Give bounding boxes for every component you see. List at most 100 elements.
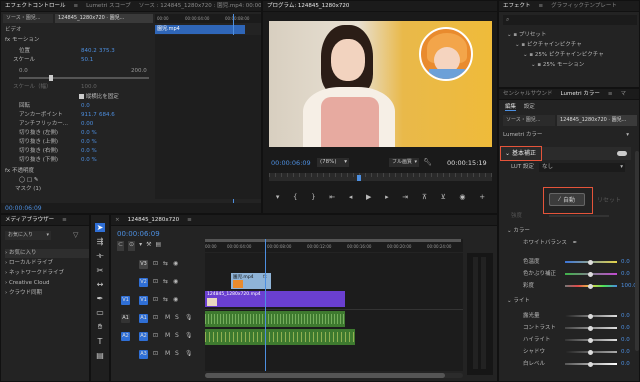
go-to-out-icon[interactable]: ⇥ [402,193,408,201]
timeline-scroll-thumb[interactable] [205,373,445,378]
captions-icon[interactable]: ▤ [155,241,161,251]
list-item[interactable]: › Creative Cloud [5,279,89,288]
subtab-edit[interactable]: 編集 [505,104,517,111]
scale-value[interactable]: 50.1 [81,56,93,65]
intensity-row[interactable]: 強度 [499,211,639,221]
program-scrub-bar[interactable] [269,173,492,181]
antiflicker-row[interactable]: アンチフリッカー... 0.00 [19,120,261,129]
saturation-knob[interactable] [588,283,593,289]
sync-icon[interactable]: ⇆ [163,278,168,285]
position-y[interactable]: 375.3 [99,47,115,56]
highlights-knob[interactable] [588,337,593,343]
eyedropper-icon[interactable]: ✒ [573,240,578,246]
step-back-icon[interactable]: ◂ [349,193,353,201]
whites-row[interactable]: 白レベル 0.0 [499,359,639,369]
contrast-knob[interactable] [588,325,593,331]
white-balance-row[interactable]: ホワイトバランス ✒ [523,239,639,248]
mark-out-icon[interactable]: } [311,193,315,201]
timeline-playhead[interactable] [265,239,266,371]
program-timecode-left[interactable]: 00:00:06:09 [271,159,311,167]
crop-top-value[interactable]: 0.0 % [81,138,97,147]
timeline-scrollbar[interactable] [205,373,463,378]
effects-item[interactable]: ⌄ ▪ 25% モーション [531,61,639,70]
track-select-tool-icon[interactable]: ⇶ [97,237,104,246]
solo-icon[interactable]: S [175,332,179,339]
lut-dropdown[interactable]: なし ▾ [539,163,625,172]
rectangle-tool-icon[interactable]: ▭ [96,308,104,317]
mask-row[interactable]: マスク (1) [15,185,261,194]
contrast-row[interactable]: コントラスト 0.0 [499,323,639,333]
scale-slider-knob[interactable] [49,75,53,81]
shadows-row[interactable]: シャドウ 0.0 [499,347,639,357]
track-target-v2[interactable]: V2 [139,278,148,287]
saturation-row[interactable]: 彩度 100.0 [499,281,639,291]
track-target-a3[interactable]: A3 [139,350,148,359]
position-row[interactable]: 位置 840.2 375.3 [19,47,261,56]
clip-a2[interactable] [205,329,355,345]
lumetri-source-button[interactable]: ソース・園児... [503,115,555,126]
eye-icon[interactable]: ◉ [173,278,178,285]
effects-item[interactable]: ⌄ ▪ ピクチャインピクチャ [515,41,639,50]
tint-value[interactable]: 0.0 [621,269,630,279]
crop-right-value[interactable]: 0.0 % [81,147,97,156]
menu-icon[interactable]: ≡ [58,215,71,226]
solo-icon[interactable]: S [175,350,179,357]
settings-wrench-icon[interactable]: ⚒ [146,241,151,251]
tab-essential-sound[interactable]: センシャルサウンド [499,89,557,100]
clip-a1[interactable] [205,311,345,327]
quality-dropdown[interactable]: フル画質 ▾ [389,158,419,167]
tab-markers[interactable]: マ [617,89,631,100]
ellipse-mask-icon[interactable]: ◯ [19,177,25,183]
sequence-selector[interactable]: 124845_1280x720 · 園児... [55,14,153,23]
scale-slider[interactable] [19,75,149,81]
uniform-scale-row[interactable]: 縦横比を固定 [79,93,261,102]
exposure-row[interactable]: 露光量 0.0 [499,311,639,321]
whites-value[interactable]: 0.0 [621,359,630,369]
exposure-knob[interactable] [588,313,593,319]
track-area[interactable]: 園児.mp4 fx 124845_1280x720.mp4 [205,239,463,371]
tab-effects[interactable]: エフェクト [499,1,535,12]
tab-sequence[interactable]: 124845_1280x720 [124,215,184,226]
effects-item[interactable]: ⌄ ▪ プリセット [507,31,639,40]
go-to-in-icon[interactable]: ⇤ [329,193,335,201]
track-header-a2[interactable]: A2 A2 ⊡ M S 🎙︎ [111,327,201,346]
crop-left-value[interactable]: 0.0 % [81,129,97,138]
shadows-value[interactable]: 0.0 [621,347,630,357]
lumetri-seq-button[interactable]: 124845_1280x720 · 園児... [557,115,637,126]
track-target-v3[interactable]: V3 [139,260,148,269]
mark-in-icon[interactable]: { [293,193,297,201]
toggle-switch[interactable] [617,151,627,156]
track-target-v1[interactable]: V1 [139,296,148,305]
close-icon[interactable]: × [111,215,124,226]
source-patch-a2[interactable]: A2 [121,332,130,341]
extract-icon[interactable]: ⊻ [441,193,446,201]
lock-icon[interactable]: ⊡ [153,332,158,339]
anchor-y[interactable]: 684.6 [99,111,115,120]
clip-v1[interactable]: 124845_1280x720.mp4 [205,291,345,307]
zoom-dropdown[interactable]: (78%) ▾ [317,158,349,167]
ripple-edit-tool-icon[interactable]: ⟛ [96,251,103,261]
reset-button[interactable]: リセット [591,193,627,206]
rotation-row[interactable]: 回転 0.0 [19,102,261,111]
temperature-row[interactable]: 色温度 0.0 [499,257,639,267]
temperature-knob[interactable] [588,259,593,265]
sync-icon[interactable]: ⇆ [163,296,168,303]
effects-item[interactable]: ⌄ ▪ 25% ピクチャインピクチャ [523,51,639,60]
position-x[interactable]: 840.2 [81,47,97,56]
contrast-value[interactable]: 0.0 [621,323,630,333]
pen-tool-icon[interactable]: ✒ [97,294,104,303]
mask-tools-row[interactable]: ◯ □ ✎ [19,176,261,185]
lumetri-scrollbar[interactable] [635,151,639,351]
work-area-bar[interactable] [205,239,461,242]
crop-bottom-row[interactable]: 切り抜き (下側) 0.0 % [19,156,261,165]
rotation-value[interactable]: 0.0 [81,102,90,111]
tint-row[interactable]: 色かぶり補正 0.0 [499,269,639,279]
crop-top-row[interactable]: 切り抜き (上側) 0.0 % [19,138,261,147]
highlights-row[interactable]: ハイライト 0.0 [499,335,639,345]
add-button-icon[interactable]: + [479,193,485,201]
pen-mask-icon[interactable]: ✎ [34,177,39,183]
track-header-a3[interactable]: A3 ⊡ M S 🎙︎ [111,345,201,364]
lock-icon[interactable]: ⊡ [153,314,158,321]
linked-select-icon[interactable]: ⊙ [128,241,136,251]
mic-icon[interactable]: 🎙︎ [185,350,193,357]
